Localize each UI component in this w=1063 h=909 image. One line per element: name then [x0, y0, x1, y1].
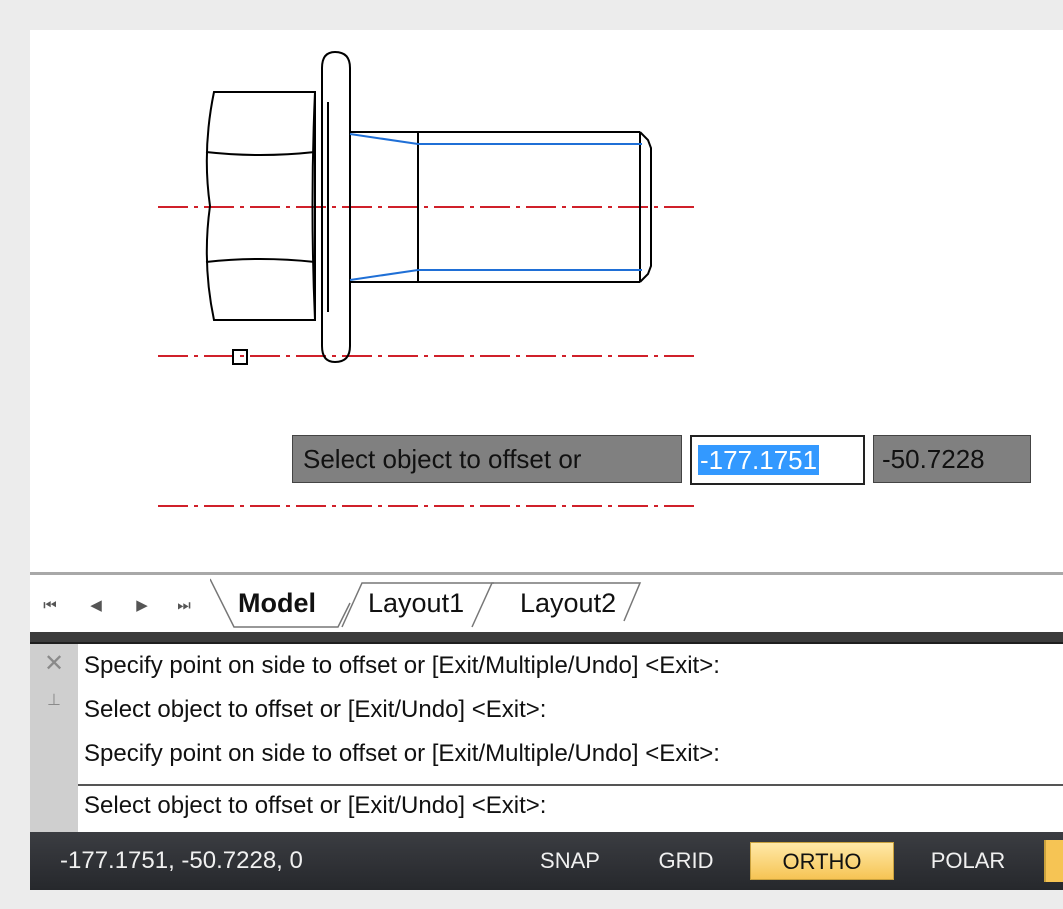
dynamic-input-x-value[interactable]: -177.1751	[698, 445, 820, 475]
grid-toggle[interactable]: GRID	[646, 842, 726, 880]
command-current-prompt: Select object to offset or [Exit/Undo] <…	[84, 792, 547, 819]
first-tab-icon[interactable]: ⏮	[42, 597, 58, 615]
dynamic-input-prompt: Select object to offset or	[292, 435, 682, 483]
command-history-line: Specify point on side to offset or [Exit…	[84, 652, 720, 679]
layout-tab-bar: ⏮ ◀ ▶ ⏭ Model Layout1 Layout2	[30, 572, 1063, 633]
drawing-svg[interactable]	[30, 30, 1063, 570]
command-input-line[interactable]: Select object to offset or [Exit/Undo] <…	[78, 784, 1063, 830]
polar-toggle[interactable]: POLAR	[914, 842, 1022, 880]
last-tab-icon[interactable]: ⏭	[176, 597, 192, 615]
dynamic-input-x-field[interactable]: -177.1751	[690, 435, 865, 485]
drawing-canvas[interactable]: Select object to offset or -177.1751 -50…	[30, 30, 1063, 570]
tab-model[interactable]: Model	[238, 583, 316, 623]
prev-tab-icon[interactable]: ◀	[88, 597, 104, 615]
command-window: ✕ ⊥ Specify point on side to offset or […	[30, 644, 1063, 832]
next-tab-icon[interactable]: ▶	[134, 597, 150, 615]
coordinate-readout[interactable]: -177.1751, -50.7228, 0	[60, 832, 303, 890]
autocad-window: Select object to offset or -177.1751 -50…	[30, 30, 1063, 890]
command-history-line: Select object to offset or [Exit/Undo] <…	[84, 696, 547, 723]
tab-layout2[interactable]: Layout2	[520, 583, 616, 623]
snap-toggle[interactable]: SNAP	[530, 842, 610, 880]
dynamic-input-y-field[interactable]: -50.7228	[873, 435, 1031, 483]
status-bar: -177.1751, -50.7228, 0 SNAP GRID ORTHO P…	[30, 832, 1063, 890]
command-history-line: Specify point on side to offset or [Exit…	[84, 740, 720, 767]
osnap-toggle-edge[interactable]	[1044, 840, 1063, 882]
pin-icon[interactable]: ⊥	[44, 690, 64, 712]
close-icon[interactable]: ✕	[42, 652, 66, 676]
tab-layout1[interactable]: Layout1	[368, 583, 464, 623]
ortho-toggle[interactable]: ORTHO	[750, 842, 894, 880]
command-window-gutter: ✕ ⊥	[30, 644, 78, 832]
command-window-titlebar[interactable]	[30, 632, 1063, 644]
